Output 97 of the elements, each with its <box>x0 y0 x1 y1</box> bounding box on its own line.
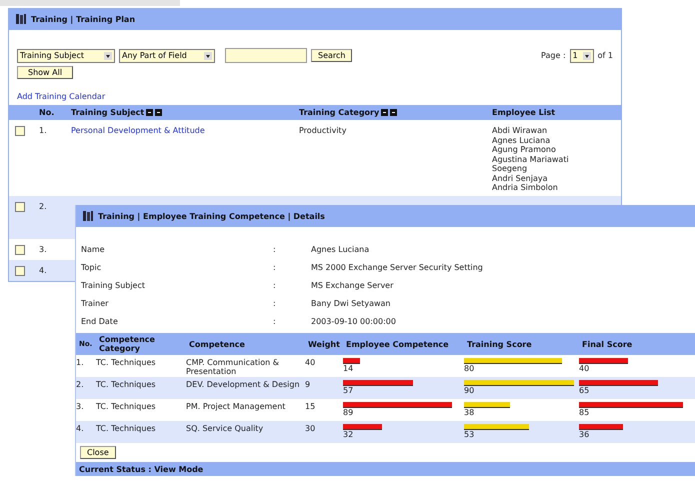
row-checkbox[interactable] <box>15 202 25 212</box>
field-value: 2003-09-10 00:00:00 <box>311 317 396 326</box>
score-bar <box>343 380 413 386</box>
competence-cell-text: DEV. Development & Design <box>186 379 301 389</box>
employee-name: Agustina Mariawati <box>492 154 570 164</box>
weight-cell-text: 40 <box>305 357 316 367</box>
sort-icon[interactable] <box>146 109 164 116</box>
row-number: 2. <box>39 202 48 210</box>
column-header: Competence <box>189 340 246 348</box>
training-subject-link[interactable]: Personal Development & Attitude <box>71 126 205 135</box>
score-bar <box>464 402 510 408</box>
page-count: of 1 <box>598 51 613 60</box>
category-cell-text: TC. Techniques <box>96 423 157 433</box>
column-header[interactable]: Training Category <box>299 108 492 117</box>
search-field[interactable] <box>225 48 307 63</box>
books-icon <box>82 210 94 222</box>
page-dropdown[interactable]: 1 <box>570 48 594 62</box>
score-value: 53 <box>464 430 476 439</box>
employee-name: Andri Senjaya <box>492 174 548 183</box>
column-header: Employee List <box>492 108 556 117</box>
row-checkbox[interactable] <box>15 266 25 276</box>
dropdown-arrow-icon[interactable] <box>104 52 112 60</box>
row-number: 3. <box>76 401 85 411</box>
score-value: 38 <box>464 408 476 417</box>
score-value: 89 <box>343 408 354 417</box>
score-value: 36 <box>579 430 590 439</box>
field-separator: : <box>273 245 277 254</box>
score-value: 40 <box>579 364 590 373</box>
match-dropdown[interactable]: Any Part of Field <box>119 48 215 62</box>
field-separator: : <box>273 281 277 290</box>
row-number: 2. <box>76 379 85 389</box>
score-value: 32 <box>343 430 354 439</box>
competence-cell-text: CMP. Communication & Presentation <box>186 357 280 376</box>
window-title: Training | Employee Training Competence | Details <box>98 212 325 220</box>
competence-cell-text: SQ. Service Quality <box>186 423 264 433</box>
score-bar <box>579 358 628 364</box>
score-bar <box>343 424 382 430</box>
score-value: 80 <box>464 364 476 373</box>
category-cell-text: TC. Techniques <box>96 379 157 389</box>
add-training-link[interactable]: Add Training Calendar <box>17 92 106 101</box>
field-separator: : <box>273 263 277 272</box>
competence-cell-text: PM. Project Management <box>186 401 286 411</box>
score-value: 65 <box>579 386 590 395</box>
score-value: 14 <box>343 364 354 373</box>
employee-name: Agung Pramono <box>492 145 557 154</box>
row-number: 4. <box>39 266 48 274</box>
weight-cell-text: 9 <box>305 379 312 389</box>
score-bar <box>343 358 360 364</box>
column-header: Weight <box>308 340 341 348</box>
weight-cell-text: 15 <box>305 401 316 411</box>
show-all-button[interactable]: Show All <box>17 66 74 79</box>
sort-icon[interactable] <box>381 109 398 116</box>
employee-name: Soegeng <box>492 164 528 174</box>
score-value: 57 <box>343 386 354 395</box>
field-label: Name <box>81 245 106 254</box>
weight-cell-text: 30 <box>305 423 316 433</box>
employee-name: Agnes Luciana <box>492 136 552 145</box>
dropdown-arrow-icon[interactable] <box>204 52 212 60</box>
field-dropdown[interactable]: Training Subject <box>17 48 115 62</box>
column-header: Competence Category <box>99 335 156 353</box>
field-value: Agnes Luciana <box>311 245 370 254</box>
score-value: 90 <box>464 386 476 395</box>
score-bar <box>579 424 623 430</box>
field-label: Trainer <box>81 299 110 308</box>
row-checkbox[interactable] <box>15 244 25 254</box>
field-value: MS Exchange Server <box>311 281 394 290</box>
search-button[interactable]: Search <box>311 49 352 62</box>
column-header: Training Score <box>467 340 533 348</box>
field-value: MS 2000 Exchange Server Security Setting <box>311 263 483 272</box>
category-cell-text: Productivity <box>299 126 348 135</box>
status-text: Current Status : View Mode <box>79 464 204 474</box>
score-bar <box>464 424 529 430</box>
employee-name: Abdi Wirawan <box>492 126 548 136</box>
column-header: Employee Competence <box>346 340 450 348</box>
books-icon <box>15 13 27 25</box>
score-value: 85 <box>579 408 590 417</box>
category-cell-text: TC. Techniques <box>96 357 157 367</box>
panel-title: Training | Training Plan <box>31 14 136 24</box>
dropdown-arrow-icon[interactable] <box>582 52 591 60</box>
page-label: Page : <box>541 51 566 60</box>
field-label: End Date <box>81 317 119 326</box>
column-header: No. <box>39 108 56 117</box>
row-number: 4. <box>76 423 85 433</box>
employee-name: Andria Simbolon <box>492 183 559 192</box>
field-separator: : <box>273 317 277 326</box>
field-separator: : <box>273 299 277 308</box>
field-label: Topic <box>81 263 102 272</box>
row-number: 1. <box>39 126 48 135</box>
field-value: Bany Dwi Setyawan <box>311 299 390 308</box>
row-number: 3. <box>39 244 48 254</box>
close-button[interactable]: Close <box>80 446 116 459</box>
row-checkbox[interactable] <box>15 126 25 136</box>
row-number: 1. <box>76 357 85 367</box>
column-header[interactable]: Training Subject <box>71 108 299 117</box>
column-header: Final Score <box>582 340 634 348</box>
field-label: Training Subject <box>81 281 146 290</box>
category-cell-text: TC. Techniques <box>96 401 157 411</box>
